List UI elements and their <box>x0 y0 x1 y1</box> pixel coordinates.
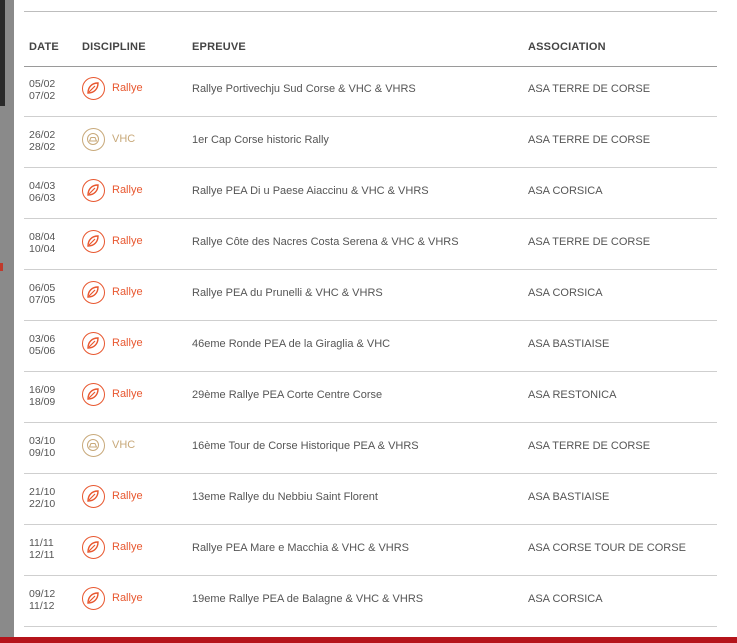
event-name[interactable]: Rallye Côte des Nacres Costa Serena & VH… <box>192 236 459 248</box>
discipline-label: Rallye <box>112 286 143 298</box>
leaf-badge-icon <box>82 383 105 406</box>
classic-car-badge-icon <box>82 434 105 457</box>
leaf-badge-icon <box>82 77 105 100</box>
event-dates: 26/02 28/02 <box>29 129 55 153</box>
event-name[interactable]: 13eme Rallye du Nebbiu Saint Florent <box>192 491 378 503</box>
association-name: ASA CORSICA <box>528 287 603 299</box>
event-name[interactable]: Rallye PEA Mare e Macchia & VHC & VHRS <box>192 542 409 554</box>
table-header: DATE DISCIPLINE EPREUVE ASSOCIATION <box>24 36 717 67</box>
event-dates: 16/09 18/09 <box>29 384 55 408</box>
end-date: 11/12 <box>29 600 55 612</box>
event-dates: 09/12 11/12 <box>29 588 55 612</box>
start-date: 16/09 <box>29 384 56 396</box>
table-row[interactable]: 06/05 07/05 Rallye Rallye PEA du Prunelli &… <box>24 269 717 321</box>
end-date: 28/02 <box>29 141 56 153</box>
leaf-badge-icon <box>82 587 105 610</box>
end-date: 09/10 <box>29 447 56 459</box>
table-row[interactable]: 21/10 22/10 Rallye 13eme Rallye du Nebbiu S… <box>24 473 717 525</box>
association-name: ASA CORSICA <box>528 593 603 605</box>
end-date: 07/05 <box>29 294 56 306</box>
leaf-badge-icon <box>82 230 105 253</box>
event-name[interactable]: 16ème Tour de Corse Historique PEA & VHR… <box>192 440 419 452</box>
table-row[interactable]: 04/03 06/03 Rallye Rallye PEA Di u Paese Ai… <box>24 167 717 219</box>
modal-top-divider <box>24 11 717 12</box>
start-date: 06/05 <box>29 282 56 294</box>
background-page-footer-bar <box>0 637 737 643</box>
background-page-dark-block <box>0 0 5 106</box>
event-name[interactable]: Rallye PEA Di u Paese Aiaccinu & VHC & V… <box>192 185 429 197</box>
leaf-badge-icon <box>82 332 105 355</box>
association-name: ASA BASTIAISE <box>528 491 610 503</box>
header-date: DATE <box>29 41 59 53</box>
event-name[interactable]: 1er Cap Corse historic Rally <box>192 134 329 146</box>
event-name[interactable]: 19eme Rallye PEA de Balagne & VHC & VHRS <box>192 593 423 605</box>
table-row[interactable]: 09/12 11/12 Rallye 19eme Rallye PEA de Bala… <box>24 575 717 627</box>
header-discipline: DISCIPLINE <box>82 41 146 53</box>
start-date: 09/12 <box>29 588 56 600</box>
discipline-label: Rallye <box>112 337 143 349</box>
association-name: ASA RESTONICA <box>528 389 617 401</box>
header-event: EPREUVE <box>192 41 246 53</box>
event-dates: 05/02 07/02 <box>29 78 55 102</box>
discipline-label: Rallye <box>112 541 143 553</box>
leaf-badge-icon <box>82 485 105 508</box>
start-date: 03/10 <box>29 435 56 447</box>
end-date: 18/09 <box>29 396 56 408</box>
discipline-label: Rallye <box>112 388 143 400</box>
start-date: 26/02 <box>29 129 56 141</box>
start-date: 04/03 <box>29 180 56 192</box>
event-dates: 11/11 12/11 <box>29 537 55 561</box>
start-date: 03/06 <box>29 333 56 345</box>
background-page-red-mark <box>0 263 3 271</box>
start-date: 05/02 <box>29 78 56 90</box>
table-row[interactable]: 05/02 07/02 Rallye Rallye Portivechju Sud C… <box>24 65 717 117</box>
table-row[interactable]: 03/10 09/10 VHC 16ème Tour de Corse Histori… <box>24 422 717 474</box>
end-date: 06/03 <box>29 192 56 204</box>
end-date: 22/10 <box>29 498 56 510</box>
discipline-label: VHC <box>112 439 136 451</box>
discipline-label: Rallye <box>112 235 143 247</box>
association-name: ASA TERRE DE CORSE <box>528 236 651 248</box>
event-dates: 03/10 09/10 <box>29 435 55 459</box>
leaf-badge-icon <box>82 536 105 559</box>
event-dates: 21/10 22/10 <box>29 486 55 510</box>
start-date: 08/04 <box>29 231 56 243</box>
end-date: 12/11 <box>29 549 55 561</box>
event-dates: 03/06 05/06 <box>29 333 55 357</box>
association-name: ASA CORSICA <box>528 185 603 197</box>
end-date: 07/02 <box>29 90 56 102</box>
event-dates: 08/04 10/04 <box>29 231 55 255</box>
event-name[interactable]: Rallye Portivechju Sud Corse & VHC & VHR… <box>192 83 416 95</box>
event-name[interactable]: 29ème Rallye PEA Corte Centre Corse <box>192 389 382 401</box>
association-name: ASA TERRE DE CORSE <box>528 440 651 452</box>
discipline-label: Rallye <box>112 184 143 196</box>
table-row[interactable]: 26/02 28/02 VHC 1er Cap Corse historic Rall… <box>24 116 717 168</box>
discipline-label: Rallye <box>112 490 143 502</box>
table-row[interactable]: 03/06 05/06 Rallye 46eme Ronde PEA de la Gi… <box>24 320 717 372</box>
calendar-modal: DATE DISCIPLINE EPREUVE ASSOCIATION 05/0… <box>14 0 737 637</box>
event-dates: 06/05 07/05 <box>29 282 55 306</box>
start-date: 11/11 <box>29 537 54 549</box>
event-name[interactable]: Rallye PEA du Prunelli & VHC & VHRS <box>192 287 383 299</box>
end-date: 05/06 <box>29 345 56 357</box>
association-name: ASA BASTIAISE <box>528 338 610 350</box>
end-date: 10/04 <box>29 243 56 255</box>
discipline-label: VHC <box>112 133 136 145</box>
classic-car-badge-icon <box>82 128 105 151</box>
association-name: ASA TERRE DE CORSE <box>528 83 651 95</box>
event-dates: 04/03 06/03 <box>29 180 55 204</box>
association-name: ASA TERRE DE CORSE <box>528 134 651 146</box>
discipline-label: Rallye <box>112 592 143 604</box>
discipline-label: Rallye <box>112 82 143 94</box>
leaf-badge-icon <box>82 179 105 202</box>
table-row[interactable]: 08/04 10/04 Rallye Rallye Côte des Nacres C… <box>24 218 717 270</box>
table-row[interactable]: 11/11 12/11 Rallye Rallye PEA Mare e Macchi… <box>24 524 717 576</box>
association-name: ASA CORSE TOUR DE CORSE <box>528 542 686 554</box>
header-association: ASSOCIATION <box>528 41 606 53</box>
leaf-badge-icon <box>82 281 105 304</box>
start-date: 21/10 <box>29 486 56 498</box>
table-row[interactable]: 16/09 18/09 Rallye 29ème Rallye PEA Corte C… <box>24 371 717 423</box>
event-name[interactable]: 46eme Ronde PEA de la Giraglia & VHC <box>192 338 390 350</box>
